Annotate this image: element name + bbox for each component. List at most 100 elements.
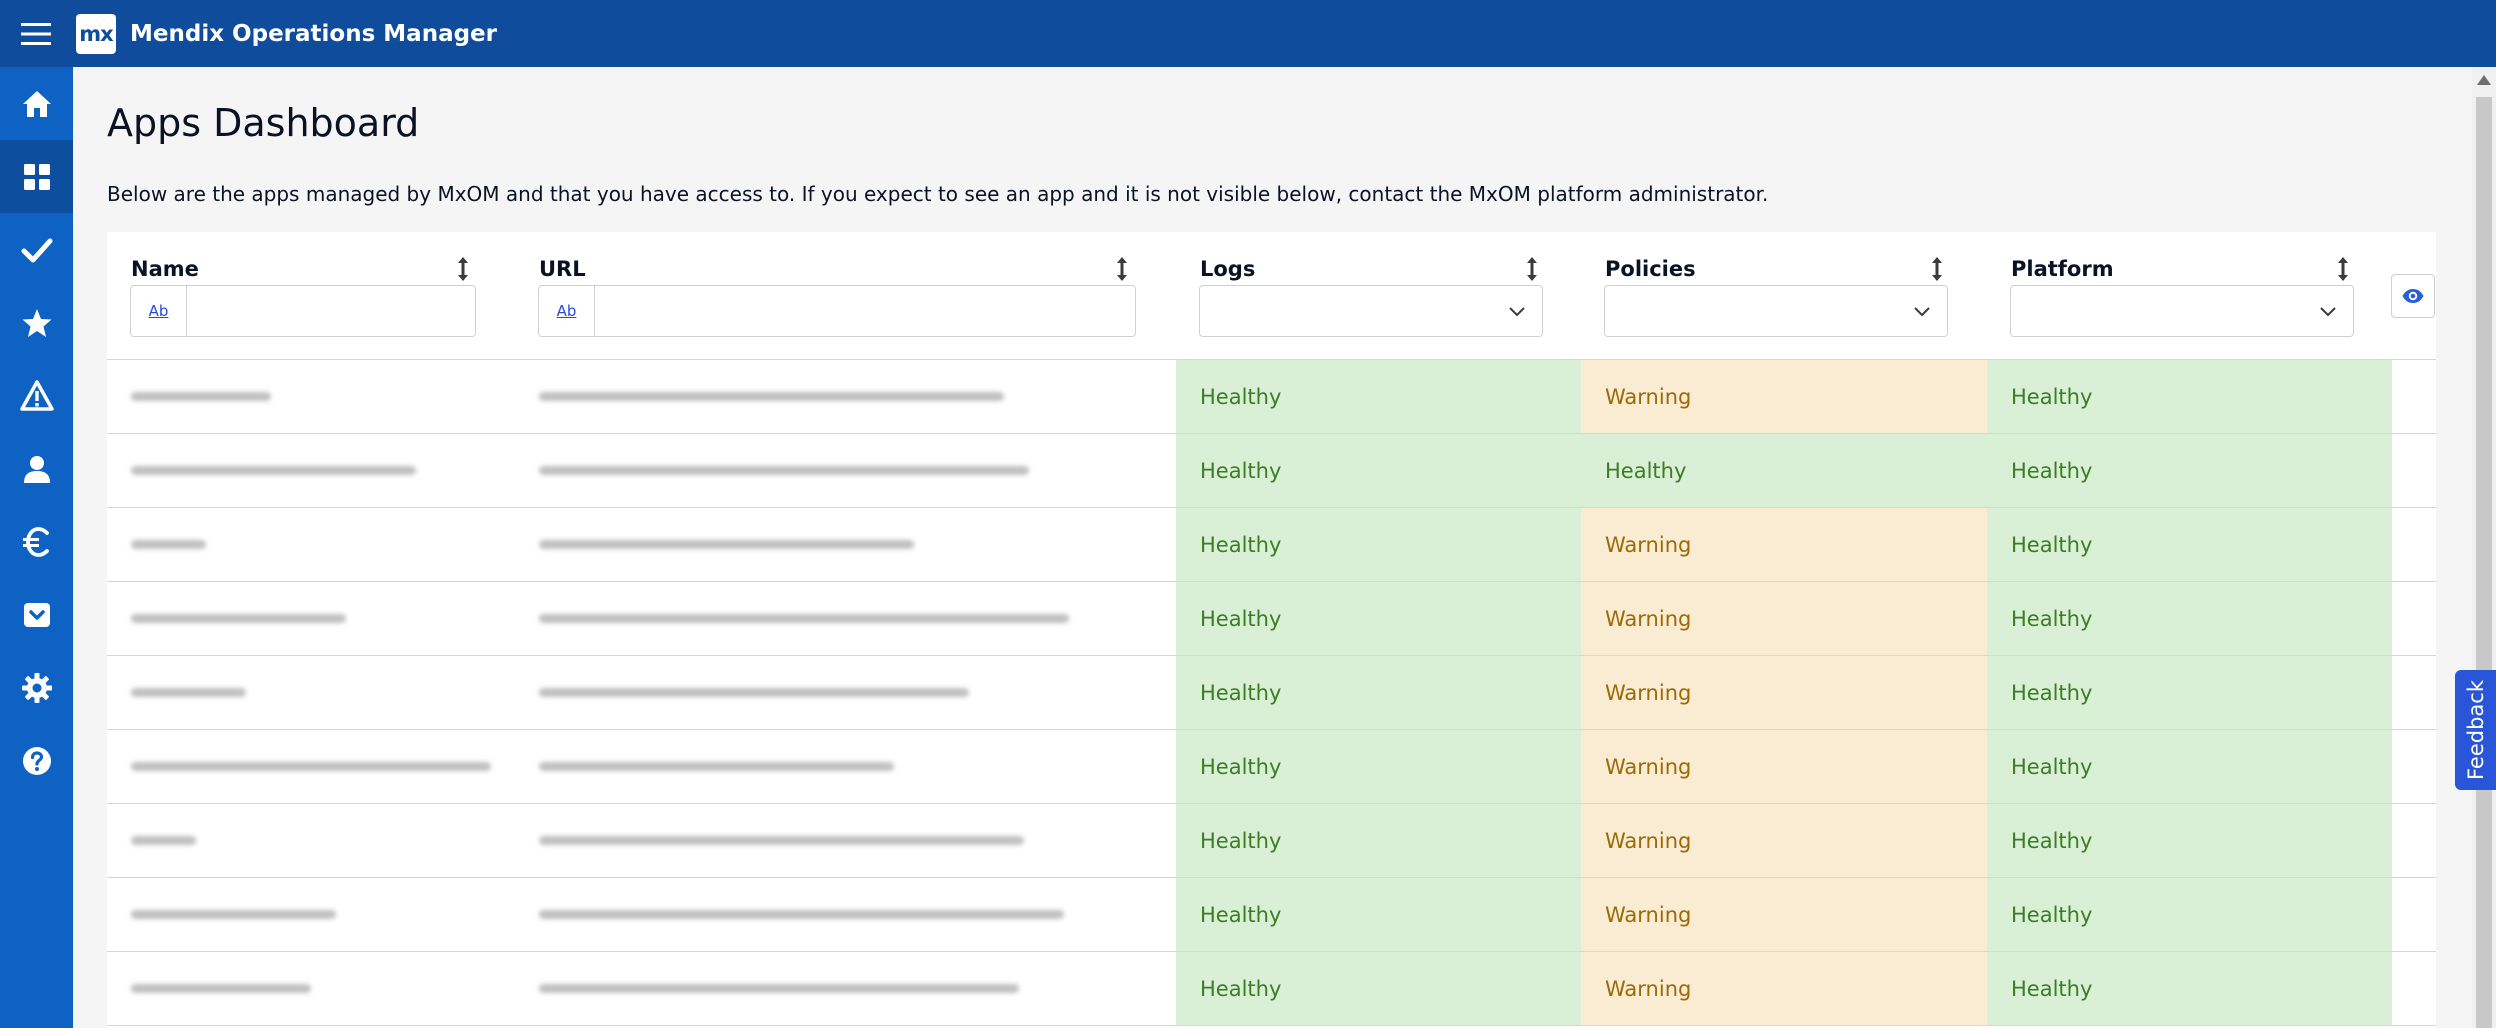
column-header-platform: Platform bbox=[1987, 232, 2392, 360]
policies-status-cell: Healthy bbox=[1581, 434, 1987, 507]
page-title: Apps Dashboard bbox=[107, 101, 420, 145]
app-url-cell bbox=[539, 508, 1189, 581]
table-row[interactable]: Healthy Warning Healthy bbox=[107, 360, 2436, 434]
page-scrollbar[interactable] bbox=[2472, 67, 2496, 1028]
app-url-cell bbox=[539, 582, 1189, 655]
datagrid-body: Healthy Warning Healthy Healthy Healthy … bbox=[107, 360, 2436, 1026]
platform-status-cell: Healthy bbox=[1987, 730, 2392, 803]
policies-status-cell: Warning bbox=[1581, 952, 1987, 1025]
filter-type-button[interactable]: Ab bbox=[539, 286, 595, 336]
column-header-url: URL Ab bbox=[515, 232, 1176, 360]
app-name-cell bbox=[131, 434, 511, 507]
platform-status-cell: Healthy bbox=[1987, 434, 2392, 507]
policies-status-cell: Warning bbox=[1581, 656, 1987, 729]
url-filter: Ab bbox=[538, 285, 1136, 337]
apps-datagrid: Name Ab URL Ab Logs Policies Platform He… bbox=[107, 232, 2436, 1028]
app-name-cell bbox=[131, 952, 511, 1025]
app-name-cell bbox=[131, 508, 511, 581]
eye-icon bbox=[2402, 289, 2424, 303]
policies-status-cell: Warning bbox=[1581, 878, 1987, 951]
sort-icon[interactable] bbox=[1112, 254, 1132, 284]
url-filter-input[interactable] bbox=[595, 286, 1135, 336]
column-label-platform: Platform bbox=[2011, 257, 2114, 281]
scroll-up-arrow-icon[interactable] bbox=[2477, 75, 2491, 85]
app-url-cell bbox=[539, 730, 1189, 803]
logs-status-cell: Healthy bbox=[1176, 434, 1581, 507]
column-label-url: URL bbox=[539, 257, 586, 281]
sort-icon[interactable] bbox=[1522, 254, 1542, 284]
user-icon bbox=[23, 455, 50, 483]
column-header-logs: Logs bbox=[1176, 232, 1581, 360]
table-row[interactable]: Healthy Warning Healthy bbox=[107, 508, 2436, 582]
feedback-tab[interactable]: Feedback bbox=[2455, 670, 2496, 790]
sidebar-item-checks[interactable] bbox=[0, 213, 73, 286]
logo-text: mx bbox=[79, 21, 113, 46]
top-bar: mx Mendix Operations Manager bbox=[0, 0, 2496, 67]
mendix-logo[interactable]: mx bbox=[76, 13, 116, 54]
logs-status-cell: Healthy bbox=[1176, 656, 1581, 729]
inbox-icon bbox=[23, 602, 50, 627]
table-row[interactable]: Healthy Warning Healthy bbox=[107, 582, 2436, 656]
platform-status-cell: Healthy bbox=[1987, 804, 2392, 877]
policies-filter-dropdown[interactable] bbox=[1604, 285, 1948, 337]
star-icon bbox=[22, 308, 51, 337]
page-description: Below are the apps managed by MxOM and t… bbox=[107, 182, 1769, 206]
column-label-logs: Logs bbox=[1200, 257, 1256, 281]
help-icon bbox=[22, 746, 51, 775]
app-name-cell bbox=[131, 804, 511, 877]
table-row[interactable]: Healthy Healthy Healthy bbox=[107, 434, 2436, 508]
platform-filter-dropdown[interactable] bbox=[2010, 285, 2354, 337]
table-row[interactable]: Healthy Warning Healthy bbox=[107, 656, 2436, 730]
logs-status-cell: Healthy bbox=[1176, 582, 1581, 655]
feedback-label: Feedback bbox=[2463, 679, 2488, 781]
sidebar-item-help[interactable] bbox=[0, 724, 73, 797]
logs-filter-dropdown[interactable] bbox=[1199, 285, 1543, 337]
table-row[interactable]: Healthy Warning Healthy bbox=[107, 804, 2436, 878]
warning-icon bbox=[19, 379, 54, 411]
table-row[interactable]: Healthy Warning Healthy bbox=[107, 952, 2436, 1026]
sort-icon[interactable] bbox=[1927, 254, 1947, 284]
checkmark-icon bbox=[21, 238, 52, 262]
sidebar-item-costs[interactable] bbox=[0, 505, 73, 578]
sidebar-item-users[interactable] bbox=[0, 432, 73, 505]
sidebar-item-settings[interactable] bbox=[0, 651, 73, 724]
logs-status-cell: Healthy bbox=[1176, 952, 1581, 1025]
sidebar-item-favorites[interactable] bbox=[0, 286, 73, 359]
datagrid-header: Name Ab URL Ab Logs Policies Platform bbox=[107, 232, 2436, 360]
logs-status-cell: Healthy bbox=[1176, 508, 1581, 581]
app-url-cell bbox=[539, 878, 1189, 951]
table-row[interactable]: Healthy Warning Healthy bbox=[107, 878, 2436, 952]
filter-type-button[interactable]: Ab bbox=[131, 286, 187, 336]
scrollbar-thumb[interactable] bbox=[2476, 97, 2492, 1028]
logs-status-cell: Healthy bbox=[1176, 360, 1581, 433]
app-name-cell bbox=[131, 582, 511, 655]
logs-status-cell: Healthy bbox=[1176, 878, 1581, 951]
platform-status-cell: Healthy bbox=[1987, 656, 2392, 729]
table-row[interactable]: Healthy Warning Healthy bbox=[107, 730, 2436, 804]
app-title: Mendix Operations Manager bbox=[130, 20, 497, 47]
column-visibility-button[interactable] bbox=[2391, 274, 2435, 318]
column-header-name: Name Ab bbox=[107, 232, 515, 360]
gear-icon bbox=[21, 672, 52, 703]
policies-status-cell: Warning bbox=[1581, 582, 1987, 655]
sort-icon[interactable] bbox=[2333, 254, 2353, 284]
app-url-cell bbox=[539, 434, 1189, 507]
name-filter-input[interactable] bbox=[187, 286, 475, 336]
sidebar bbox=[0, 67, 73, 1028]
sidebar-item-apps-dashboard[interactable] bbox=[0, 140, 73, 213]
platform-status-cell: Healthy bbox=[1987, 508, 2392, 581]
main-content: Apps Dashboard Below are the apps manage… bbox=[73, 67, 2472, 1028]
chevron-down-icon bbox=[1509, 307, 1525, 317]
platform-status-cell: Healthy bbox=[1987, 878, 2392, 951]
app-name-cell bbox=[131, 360, 511, 433]
sidebar-item-home[interactable] bbox=[0, 67, 73, 140]
app-url-cell bbox=[539, 952, 1189, 1025]
menu-toggle-button[interactable] bbox=[0, 0, 72, 67]
hamburger-icon bbox=[21, 22, 51, 45]
sort-icon[interactable] bbox=[453, 254, 473, 284]
sidebar-item-inbox[interactable] bbox=[0, 578, 73, 651]
grid-icon bbox=[23, 163, 50, 190]
sidebar-item-alerts[interactable] bbox=[0, 359, 73, 432]
app-url-cell bbox=[539, 804, 1189, 877]
app-url-cell bbox=[539, 360, 1189, 433]
